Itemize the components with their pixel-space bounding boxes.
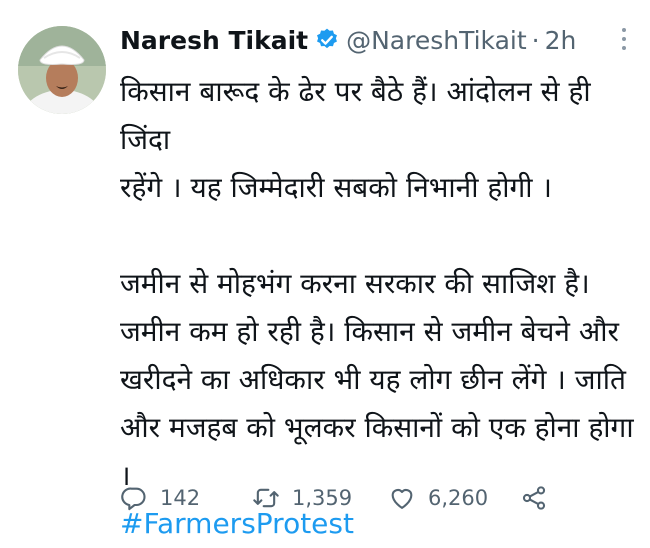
- like-icon: [391, 488, 413, 509]
- reply-button[interactable]: 142: [120, 484, 252, 512]
- avatar[interactable]: [18, 26, 106, 114]
- tweet: Naresh Tikait @NareshTikait · 2h किसान ब…: [0, 0, 650, 540]
- reply-icon: [121, 487, 146, 511]
- tweet-time[interactable]: 2h: [545, 26, 577, 55]
- tweet-line: किसान बारूद के ढेर पर बैठे हैं। आंदोलन स…: [120, 75, 591, 156]
- avatar-image: [18, 26, 106, 114]
- like-count: 6,260: [428, 486, 489, 510]
- tweet-actions: 142 1,359 6,260: [120, 480, 560, 516]
- like-button[interactable]: 6,260: [388, 484, 520, 512]
- retweet-button[interactable]: 1,359: [252, 484, 388, 512]
- share-button[interactable]: [520, 484, 560, 512]
- share-icon: [522, 486, 546, 510]
- tweet-paragraph: जमीन से मोहभंग करना सरकार की साजिश है। ज…: [120, 260, 640, 500]
- retweet-count: 1,359: [292, 486, 353, 510]
- reply-count: 142: [160, 486, 201, 510]
- verified-icon: [314, 27, 340, 53]
- tweet-line: रहेंगे । यह जिम्मेदारी सबको निभानी होगी …: [120, 171, 553, 204]
- tweet-line: खरीदने का अधिकार भी यह लोग छीन लेंगे । ज…: [120, 363, 627, 396]
- tweet-line: जमीन से मोहभंग करना सरकार की साजिश है।: [120, 267, 590, 300]
- author-handle[interactable]: @NareshTikait: [346, 26, 527, 55]
- tweet-text: किसान बारूद के ढेर पर बैठे हैं। आंदोलन स…: [120, 68, 640, 548]
- author-name[interactable]: Naresh Tikait: [120, 26, 308, 55]
- tweet-line: जमीन कम हो रही है। किसान से जमीन बेचने औ…: [120, 315, 619, 348]
- separator-dot: ·: [531, 25, 540, 55]
- more-options-icon[interactable]: [620, 28, 628, 56]
- retweet-icon: [253, 488, 279, 508]
- tweet-paragraph: किसान बारूद के ढेर पर बैठे हैं। आंदोलन स…: [120, 68, 640, 212]
- tweet-header: Naresh Tikait @NareshTikait · 2h: [120, 22, 630, 58]
